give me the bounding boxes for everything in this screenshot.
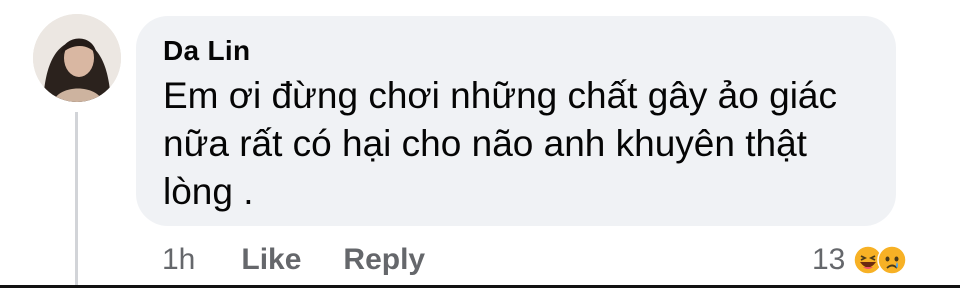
comment-author[interactable]: Da Lin [163,36,896,66]
timestamp-link[interactable]: 1h [162,243,195,277]
avatar[interactable] [33,14,121,102]
reply-button[interactable]: Reply [343,243,425,277]
avatar-photo [33,14,121,102]
sad-emoji-icon [877,245,908,275]
reactions-summary[interactable]: 13 [812,238,908,282]
comment-line-3: lòng . [163,171,254,212]
thread-line [75,112,78,288]
like-button[interactable]: Like [241,243,301,277]
comment-line-2: nữa rất có hại cho não anh khuyên thật [163,123,807,164]
comment-bubble: Da Lin Em ơi đừng chơi những chất gây ảo… [136,16,896,226]
reaction-count: 13 [812,243,846,276]
comment-line-1: Em ơi đừng chơi những chất gây ảo giác [163,75,837,116]
comment-text: Em ơi đừng chơi những chất gây ảo giác n… [163,72,883,216]
comment-actions: 1h Like Reply [162,240,425,280]
